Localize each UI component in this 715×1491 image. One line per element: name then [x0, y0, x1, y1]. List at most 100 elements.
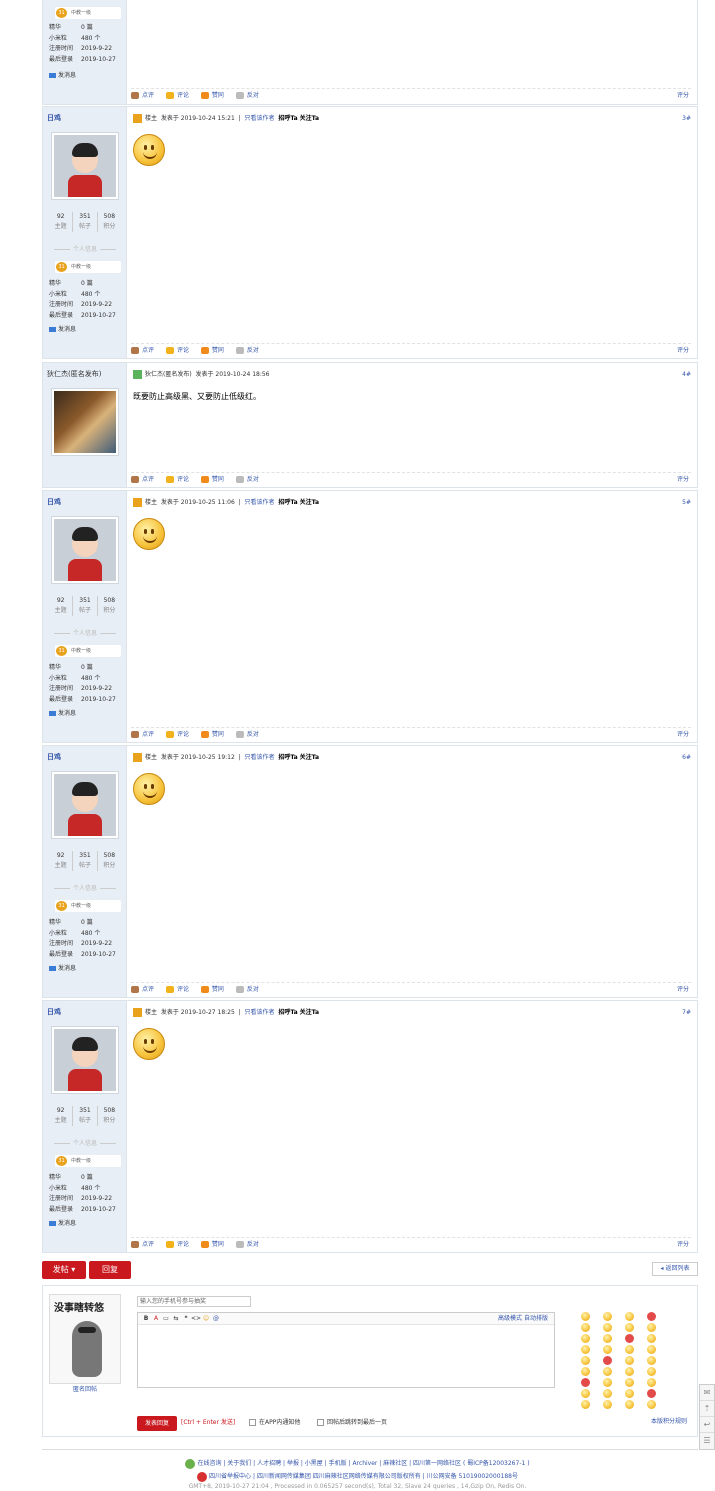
stat-threads[interactable]: 92 主题	[49, 596, 74, 616]
follow-link[interactable]: 关注Ta	[300, 115, 319, 122]
stat-points[interactable]: 508 积分	[98, 1106, 121, 1126]
emoji-icon[interactable]	[647, 1334, 656, 1343]
avatar[interactable]	[51, 516, 119, 584]
emoji-icon[interactable]	[647, 1356, 656, 1365]
chat-icon[interactable]: ✉	[700, 1385, 714, 1401]
emoji-icon[interactable]	[603, 1334, 612, 1343]
emoji-icon[interactable]	[647, 1389, 656, 1398]
footer-copyright[interactable]: 四川省举报中心 | 四川新闻网传媒集团 四川麻辣社区网络传媒有限公司版权所有 |…	[0, 1471, 715, 1482]
rate-button[interactable]: 评分	[677, 89, 689, 103]
mention-button[interactable]: @	[211, 1313, 221, 1325]
comment-button[interactable]: 点评	[131, 1238, 154, 1252]
emoji-icon[interactable]	[603, 1312, 612, 1321]
dislike-button[interactable]: 反对	[235, 983, 259, 997]
avatar[interactable]	[51, 771, 119, 839]
avatar[interactable]	[51, 1026, 119, 1094]
floor-number[interactable]: 4#	[682, 369, 691, 381]
code-button[interactable]: <>	[191, 1313, 201, 1325]
stat-points[interactable]: 508 积分	[98, 596, 121, 616]
stat-points[interactable]: 508 积分	[98, 212, 121, 232]
send-message-link[interactable]: 发消息	[49, 324, 76, 333]
font-color-button[interactable]: A	[151, 1313, 161, 1325]
emoji-icon[interactable]	[603, 1378, 612, 1387]
emoji-icon[interactable]	[581, 1345, 590, 1354]
emoji-icon[interactable]	[581, 1334, 590, 1343]
greet-link[interactable]: 招呼Ta	[278, 115, 297, 122]
floor-number[interactable]: 6#	[682, 752, 691, 764]
notify-checkbox[interactable]: 在APP内通知他	[249, 1417, 300, 1426]
quote-button[interactable]: ❝	[181, 1313, 191, 1325]
emoji-icon[interactable]	[647, 1323, 656, 1332]
emoji-icon[interactable]	[581, 1378, 590, 1387]
emoji-icon[interactable]	[625, 1389, 634, 1398]
dislike-button[interactable]: 反对	[235, 473, 259, 487]
footer-links[interactable]: 在线咨询 | 关于我们 | 人才招聘 | 举报 | 小黑屋 | 手机版 | Ar…	[0, 1458, 715, 1469]
greet-link[interactable]: 招呼Ta	[278, 1009, 297, 1016]
emoji-icon[interactable]	[625, 1367, 634, 1376]
rate-button[interactable]: 评分	[677, 728, 689, 742]
comment-button[interactable]: 点评	[131, 89, 154, 103]
comment-button[interactable]: 点评	[131, 344, 154, 358]
author-name[interactable]: 日鸡	[47, 1007, 61, 1017]
greet-link[interactable]: 招呼Ta	[278, 499, 297, 506]
like-button[interactable]: 赞同	[200, 1238, 224, 1252]
auto-layout-link[interactable]: 自动排版	[524, 1313, 548, 1325]
reply-editor[interactable]: B A ▭ ⇆ ❝ <> ☺ @ 高级模式 自动排版	[137, 1312, 555, 1388]
stat-posts[interactable]: 351 帖子	[73, 596, 98, 616]
only-author-link[interactable]: 只看该作者	[244, 115, 274, 122]
link-button[interactable]: ⇆	[171, 1313, 181, 1325]
submit-reply-button[interactable]: 发表回复	[137, 1416, 177, 1431]
emoji-icon[interactable]	[581, 1323, 590, 1332]
dislike-button[interactable]: 反对	[235, 1238, 259, 1252]
like-button[interactable]: 赞同	[200, 473, 224, 487]
only-author-link[interactable]: 只看该作者	[244, 754, 274, 761]
rate-button[interactable]: 评分	[677, 1238, 689, 1252]
rules-link[interactable]: 本版积分规则	[651, 1416, 687, 1425]
new-post-button[interactable]: 发帖 ▾	[42, 1261, 86, 1279]
image-button[interactable]: ▭	[161, 1313, 171, 1325]
stat-posts[interactable]: 351 帖子	[73, 851, 98, 871]
emoji-icon[interactable]	[603, 1389, 612, 1398]
emoji-icon[interactable]	[581, 1312, 590, 1321]
emoji-icon[interactable]	[581, 1367, 590, 1376]
comment-button[interactable]: 点评	[131, 983, 154, 997]
phone-input[interactable]: 输入您的手机号参与抽奖	[137, 1296, 251, 1307]
greet-link[interactable]: 招呼Ta	[278, 754, 297, 761]
emoji-icon[interactable]	[625, 1312, 634, 1321]
emoji-icon[interactable]	[625, 1334, 634, 1343]
dislike-button[interactable]: 反对	[235, 728, 259, 742]
send-message-link[interactable]: 发消息	[49, 963, 76, 972]
emoji-icon[interactable]	[647, 1367, 656, 1376]
stat-posts[interactable]: 351 帖子	[73, 212, 98, 232]
review-button[interactable]: 评论	[165, 344, 189, 358]
floor-number[interactable]: 7#	[682, 1007, 691, 1019]
emoji-icon[interactable]	[625, 1323, 634, 1332]
emoji-icon[interactable]	[581, 1400, 590, 1409]
advanced-mode-link[interactable]: 高级模式	[498, 1313, 522, 1325]
only-author-link[interactable]: 只看该作者	[244, 1009, 274, 1016]
list-icon[interactable]: ☰	[700, 1433, 714, 1449]
rate-button[interactable]: 评分	[677, 983, 689, 997]
emoji-icon[interactable]	[647, 1400, 656, 1409]
emoji-icon[interactable]	[625, 1378, 634, 1387]
dislike-button[interactable]: 反对	[235, 89, 259, 103]
avatar[interactable]	[51, 132, 119, 200]
emoji-icon[interactable]	[603, 1345, 612, 1354]
stat-threads[interactable]: 92 主题	[49, 212, 74, 232]
comment-button[interactable]: 点评	[131, 473, 154, 487]
like-button[interactable]: 赞同	[200, 89, 224, 103]
author-name[interactable]: 日鸡	[47, 752, 61, 762]
stat-threads[interactable]: 92 主题	[49, 851, 74, 871]
review-button[interactable]: 评论	[165, 473, 189, 487]
like-button[interactable]: 赞同	[200, 344, 224, 358]
like-button[interactable]: 赞同	[200, 983, 224, 997]
like-button[interactable]: 赞同	[200, 728, 224, 742]
follow-link[interactable]: 关注Ta	[300, 754, 319, 761]
emoji-icon[interactable]	[603, 1400, 612, 1409]
stat-points[interactable]: 508 积分	[98, 851, 121, 871]
dislike-button[interactable]: 反对	[235, 344, 259, 358]
emoji-icon[interactable]	[625, 1345, 634, 1354]
follow-link[interactable]: 关注Ta	[300, 1009, 319, 1016]
follow-link[interactable]: 关注Ta	[300, 499, 319, 506]
jump-last-checkbox[interactable]: 回帖后跳转到最后一页	[317, 1417, 387, 1426]
